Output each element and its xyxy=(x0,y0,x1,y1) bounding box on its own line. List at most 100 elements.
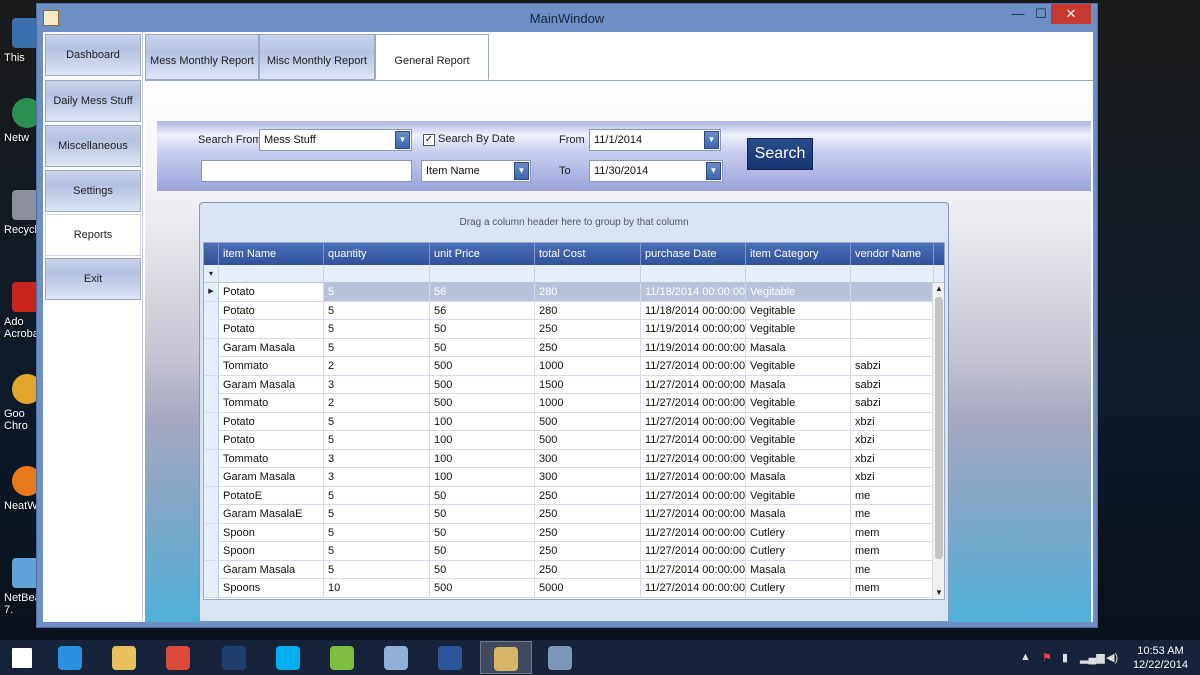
filter-cell-quantity[interactable] xyxy=(324,265,430,283)
close-button[interactable]: ✕ xyxy=(1051,4,1091,24)
taskbar-word-button[interactable] xyxy=(424,641,476,674)
cell-unit-price[interactable]: 500 xyxy=(430,394,535,412)
cell-vendor-name[interactable]: mem xyxy=(851,542,934,560)
cell-quantity[interactable]: 3 xyxy=(324,468,430,486)
network-signal-icon[interactable]: ▂▄▆ xyxy=(1080,651,1105,664)
cell-vendor-name[interactable]: mem xyxy=(851,523,934,542)
cell-quantity[interactable]: 5 xyxy=(324,523,430,542)
cell-vendor-name[interactable] xyxy=(851,301,934,320)
cell-item-name[interactable]: PotatoE xyxy=(219,486,324,505)
column-header-quantity[interactable]: quantity xyxy=(324,243,430,265)
row-indicator[interactable] xyxy=(204,523,219,542)
cell-purchase-date[interactable]: 11/19/2014 00:00:00 xyxy=(641,338,746,357)
row-indicator[interactable] xyxy=(204,560,219,579)
cell-item-name[interactable]: Spoon xyxy=(219,523,324,542)
cell-item-category[interactable]: Vegitable xyxy=(746,394,851,412)
cell-total-cost[interactable]: 250 xyxy=(535,320,641,338)
cell-purchase-date[interactable]: 11/27/2014 00:00:00 xyxy=(641,375,746,394)
cell-item-name[interactable]: Spoons xyxy=(219,579,324,597)
cell-vendor-name[interactable]: xbzi xyxy=(851,431,934,449)
cell-item-category[interactable]: Vegitable xyxy=(746,412,851,431)
cell-unit-price[interactable]: 500 xyxy=(430,357,535,375)
battery-icon[interactable]: ▮ xyxy=(1062,651,1068,664)
cell-item-name[interactable]: Potato xyxy=(219,412,324,431)
cell-purchase-date[interactable]: 11/27/2014 00:00:00 xyxy=(641,542,746,560)
cell-quantity[interactable]: 5 xyxy=(324,301,430,320)
row-indicator[interactable] xyxy=(204,431,219,449)
row-indicator[interactable] xyxy=(204,357,219,375)
cell-unit-price[interactable]: 50 xyxy=(430,560,535,579)
cell-total-cost[interactable]: 250 xyxy=(535,505,641,523)
cell-unit-price[interactable]: 100 xyxy=(430,431,535,449)
taskbar-file-explorer-button[interactable] xyxy=(98,641,150,674)
row-indicator[interactable] xyxy=(204,468,219,486)
sidebar-item-exit[interactable]: Exit xyxy=(45,258,141,300)
cell-unit-price[interactable]: 500 xyxy=(430,579,535,597)
search-by-date-checkbox[interactable]: ✓ xyxy=(423,134,435,146)
cell-item-category[interactable]: Masala xyxy=(746,338,851,357)
table-row[interactable]: Tommato 3 100 300 11/27/2014 00:00:00 Vegitab… xyxy=(204,449,934,468)
taskbar-internet-explorer-button[interactable] xyxy=(44,641,96,674)
cell-purchase-date[interactable]: 11/27/2014 00:00:00 xyxy=(641,560,746,579)
scroll-up-icon[interactable]: ▲ xyxy=(933,283,944,295)
search-text-input[interactable] xyxy=(201,160,412,182)
row-indicator[interactable] xyxy=(204,449,219,468)
cell-item-name[interactable]: Spoon xyxy=(219,542,324,560)
taskbar-skype-button[interactable] xyxy=(262,641,314,674)
cell-vendor-name[interactable]: me xyxy=(851,505,934,523)
cell-total-cost[interactable]: 280 xyxy=(535,301,641,320)
cell-item-name[interactable]: Tommato xyxy=(219,394,324,412)
filter-cell-item-name[interactable] xyxy=(219,265,324,283)
cell-quantity[interactable]: 5 xyxy=(324,320,430,338)
row-indicator[interactable] xyxy=(204,301,219,320)
cell-unit-price[interactable]: 50 xyxy=(430,523,535,542)
row-indicator[interactable]: ▶ xyxy=(204,283,219,301)
cell-item-name[interactable]: Garam Masala xyxy=(219,375,324,394)
table-row[interactable]: Potato 5 50 250 11/19/2014 00:00:00 Vegitable xyxy=(204,320,934,339)
cell-total-cost[interactable]: 1000 xyxy=(535,394,641,412)
cell-total-cost[interactable]: 300 xyxy=(535,449,641,468)
row-indicator[interactable] xyxy=(204,375,219,394)
desktop-icon-recycle-bin[interactable]: Recycl xyxy=(4,190,42,236)
cell-quantity[interactable]: 5 xyxy=(324,560,430,579)
cell-vendor-name[interactable] xyxy=(851,320,934,338)
cell-purchase-date[interactable]: 11/27/2014 00:00:00 xyxy=(641,523,746,542)
table-row[interactable]: Potato 5 56 280 11/18/2014 00:00:00 Vegitable xyxy=(204,301,934,320)
table-row[interactable]: Spoons 10 500 5000 11/27/2014 00:00:00 Cutler… xyxy=(204,579,934,598)
cell-purchase-date[interactable]: 11/27/2014 00:00:00 xyxy=(641,505,746,523)
cell-total-cost[interactable]: 1000 xyxy=(535,357,641,375)
cell-total-cost[interactable]: 500 xyxy=(535,412,641,431)
cell-quantity[interactable]: 3 xyxy=(324,449,430,468)
taskbar-photoshop-button[interactable] xyxy=(208,641,260,674)
cell-item-category[interactable]: Vegitable xyxy=(746,449,851,468)
column-header-item-category[interactable]: item Category xyxy=(746,243,851,265)
column-header-vendor-name[interactable]: vendor Name xyxy=(851,243,934,265)
cell-purchase-date[interactable]: 11/27/2014 00:00:00 xyxy=(641,486,746,505)
cell-purchase-date[interactable]: 11/27/2014 00:00:00 xyxy=(641,449,746,468)
tab-general-report[interactable]: General Report xyxy=(375,34,489,80)
cell-vendor-name[interactable]: sabzi xyxy=(851,375,934,394)
row-indicator[interactable] xyxy=(204,412,219,431)
cell-unit-price[interactable]: 500 xyxy=(430,375,535,394)
cell-quantity[interactable]: 2 xyxy=(324,394,430,412)
cell-item-category[interactable]: Cutlery xyxy=(746,579,851,597)
cell-total-cost[interactable]: 300 xyxy=(535,468,641,486)
table-row[interactable]: ▶ Potato 5 56 280 11/18/2014 00:00:00 Vegitabl… xyxy=(204,283,934,302)
taskbar-mess-app-button[interactable] xyxy=(480,641,532,674)
cell-vendor-name[interactable]: xbzi xyxy=(851,468,934,486)
cell-vendor-name[interactable]: xbzi xyxy=(851,412,934,431)
table-row[interactable]: Spoon 5 50 250 11/27/2014 00:00:00 Cutlery mem xyxy=(204,523,934,542)
column-header-purchase-date[interactable]: purchase Date xyxy=(641,243,746,265)
cell-item-category[interactable]: Vegitable xyxy=(746,301,851,320)
row-indicator[interactable] xyxy=(204,542,219,560)
cell-total-cost[interactable]: 250 xyxy=(535,542,641,560)
cell-quantity[interactable]: 5 xyxy=(324,283,430,301)
table-row[interactable]: Spoon 5 50 250 11/27/2014 00:00:00 Cutlery mem xyxy=(204,542,934,561)
cell-unit-price[interactable]: 100 xyxy=(430,449,535,468)
cell-quantity[interactable]: 5 xyxy=(324,338,430,357)
cell-item-name[interactable]: Potato xyxy=(219,431,324,449)
volume-icon[interactable]: ◀) xyxy=(1106,651,1118,664)
cell-vendor-name[interactable]: sabzi xyxy=(851,357,934,375)
cell-item-category[interactable]: Cutlery xyxy=(746,542,851,560)
cell-item-name[interactable]: Garam MasalaE xyxy=(219,505,324,523)
